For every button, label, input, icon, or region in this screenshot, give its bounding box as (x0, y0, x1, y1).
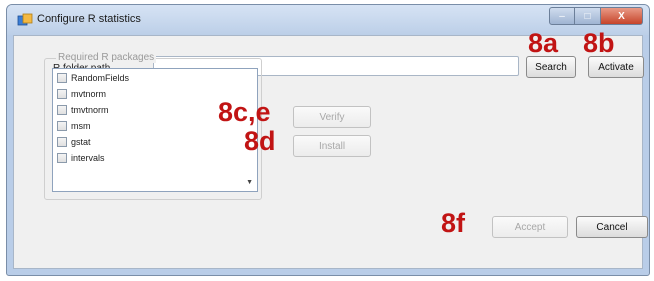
window-controls: – □ X (549, 7, 643, 25)
window-title: Configure R statistics (37, 13, 141, 25)
minimize-button[interactable]: – (549, 7, 575, 25)
package-item-msm[interactable]: msm (57, 120, 91, 132)
annotation-8f: 8f (441, 208, 466, 238)
package-name: RandomFields (71, 73, 130, 83)
required-packages-label: Required R packages (56, 52, 157, 63)
package-name: intervals (71, 153, 105, 163)
maximize-button[interactable]: □ (575, 7, 601, 25)
close-button[interactable]: X (601, 7, 643, 25)
checkbox[interactable] (57, 137, 67, 147)
package-name: msm (71, 121, 91, 131)
package-name: mvtnorm (71, 89, 107, 99)
package-name: gstat (71, 137, 91, 147)
annotation-8a: 8a (528, 28, 559, 58)
search-button[interactable]: Search (526, 56, 576, 78)
package-item-mvtnorm[interactable]: mvtnorm (57, 88, 106, 100)
accept-button[interactable]: Accept (492, 216, 568, 238)
cancel-button[interactable]: Cancel (576, 216, 648, 238)
package-name: tmvtnorm (71, 105, 109, 115)
package-item-tmvtnorm[interactable]: tmvtnorm (57, 104, 109, 116)
package-item-randomfields[interactable]: RandomFields (57, 72, 129, 84)
checkbox[interactable] (57, 89, 67, 99)
app-icon (17, 13, 33, 26)
verify-button[interactable]: Verify (293, 106, 371, 128)
annotation-8ce: 8c,e (218, 97, 271, 127)
annotation-8d: 8d (244, 126, 276, 156)
package-item-gstat[interactable]: gstat (57, 136, 91, 148)
activate-button[interactable]: Activate (588, 56, 644, 78)
package-item-intervals[interactable]: intervals (57, 152, 105, 164)
install-button[interactable]: Install (293, 135, 371, 157)
packages-listbox[interactable]: RandomFields mvtnorm tmvtnorm msm gstat … (52, 68, 258, 192)
annotation-8b: 8b (583, 28, 615, 58)
checkbox[interactable] (57, 153, 67, 163)
checkbox[interactable] (57, 73, 67, 83)
scroll-down-arrow-icon[interactable]: ▼ (246, 179, 253, 186)
checkbox[interactable] (57, 121, 67, 131)
checkbox[interactable] (57, 105, 67, 115)
